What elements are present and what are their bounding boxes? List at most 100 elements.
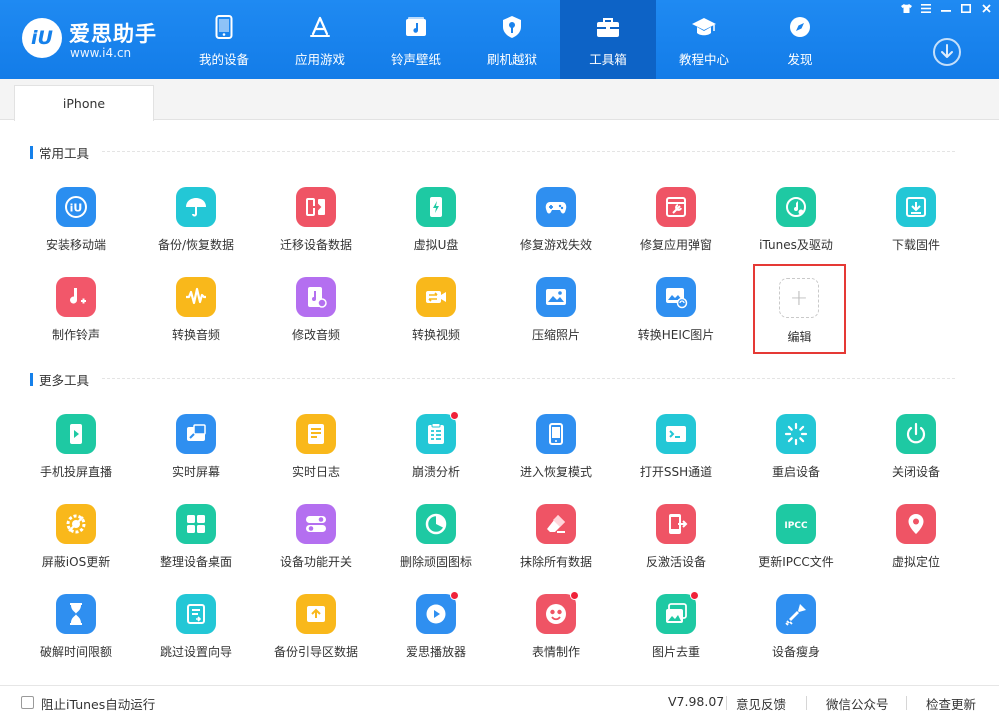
tool-app-repair[interactable]: 修复应用弹窗 xyxy=(616,185,736,265)
tool-block-update[interactable]: 屏蔽iOS更新 xyxy=(16,502,136,582)
app-repair-icon xyxy=(656,187,696,227)
tool-label: iTunes及驱动 xyxy=(759,238,833,252)
tool-label: 转换音频 xyxy=(171,328,220,342)
tool-gamepad[interactable]: 修复游戏失效 xyxy=(496,185,616,265)
tool-screen-cast[interactable]: 手机投屏直播 xyxy=(16,412,136,492)
phone-icon xyxy=(211,14,237,40)
tool-power[interactable]: 关闭设备 xyxy=(856,412,976,492)
shirt-icon[interactable] xyxy=(897,2,915,15)
download-manager-button[interactable] xyxy=(933,38,961,66)
tool-label: 屏蔽iOS更新 xyxy=(41,555,111,569)
heic-convert-icon xyxy=(656,277,696,317)
footer-separator xyxy=(806,696,807,710)
tool-label: 备份引导区数据 xyxy=(273,645,358,659)
tool-audio-edit[interactable]: 修改音频 xyxy=(256,275,376,355)
tool-transfer[interactable]: 迁移设备数据 xyxy=(256,185,376,265)
tool-eraser[interactable]: 抹除所有数据 xyxy=(496,502,616,582)
tool-usb-drive[interactable]: 虚拟U盘 xyxy=(376,185,496,265)
tool-label: 跳过设置向导 xyxy=(159,645,232,659)
tool-i4-app[interactable]: iU 安装移动端 xyxy=(16,185,136,265)
nav-label: 发现 xyxy=(787,52,813,67)
tool-ipcc[interactable]: IPCC 更新IPCC文件 xyxy=(736,502,856,582)
title-bar: iU 爱思助手 www.i4.cn 我的设备 应用游戏 铃声壁纸 刷机越狱 工具… xyxy=(0,0,999,79)
feedback-link[interactable]: 意见反馈 xyxy=(736,694,786,713)
toggle-icon xyxy=(296,504,336,544)
tool-pie-delete[interactable]: 删除顽固图标 xyxy=(376,502,496,582)
menu-icon[interactable] xyxy=(917,2,935,15)
audio-edit-icon xyxy=(296,277,336,317)
tool-ringtone[interactable]: 制作铃声 xyxy=(16,275,136,355)
tool-photo-dedupe[interactable]: 图片去重 xyxy=(616,591,736,672)
tool-photo-compress[interactable]: 压缩照片 xyxy=(496,275,616,355)
maximize-icon[interactable] xyxy=(957,2,975,15)
tool-play[interactable]: 爱思播放器 xyxy=(376,591,496,672)
new-badge xyxy=(450,591,459,600)
svg-text:IPCC: IPCC xyxy=(784,521,808,531)
tool-boot-backup[interactable]: 备份引导区数据 xyxy=(256,592,376,672)
restart-icon xyxy=(776,414,816,454)
section-title-more: 更多工具 xyxy=(30,371,89,388)
tool-video-convert[interactable]: 转换视频 xyxy=(376,275,496,355)
tool-umbrella[interactable]: 备份/恢复数据 xyxy=(136,185,256,265)
tool-label: 反激活设备 xyxy=(645,555,706,569)
nav-discover[interactable]: 发现 xyxy=(752,0,848,79)
nav-my-device[interactable]: 我的设备 xyxy=(176,0,272,79)
tool-label: 抹除所有数据 xyxy=(519,555,592,569)
grid-icon xyxy=(176,504,216,544)
tool-broom[interactable]: 设备瘦身 xyxy=(736,592,856,672)
tool-emoji[interactable]: 表情制作 xyxy=(496,591,616,672)
minimize-icon[interactable] xyxy=(937,2,955,15)
nav-apps-games[interactable]: 应用游戏 xyxy=(272,0,368,79)
close-icon[interactable] xyxy=(977,2,995,15)
block-itunes-checkbox[interactable] xyxy=(21,696,34,709)
tool-hourglass[interactable]: 破解时间限额 xyxy=(16,592,136,672)
tool-terminal[interactable]: 打开SSH通道 xyxy=(616,412,736,492)
tool-live-screen[interactable]: 实时屏幕 xyxy=(136,412,256,492)
wechat-link[interactable]: 微信公众号 xyxy=(826,694,889,713)
toolbox-icon xyxy=(595,14,621,40)
edit-tools-button[interactable]: + 编辑 xyxy=(753,264,846,354)
window-controls xyxy=(897,2,995,15)
tool-firmware-download[interactable]: 下载固件 xyxy=(856,185,976,265)
section-divider xyxy=(102,151,955,152)
tool-deactivate[interactable]: 反激活设备 xyxy=(616,502,736,582)
compass-icon xyxy=(787,14,813,40)
tool-location-pin[interactable]: 虚拟定位 xyxy=(856,502,976,582)
eraser-icon xyxy=(536,504,576,544)
emoji-icon xyxy=(536,591,579,634)
tool-crash-analysis[interactable]: 崩溃分析 xyxy=(376,411,496,492)
umbrella-icon xyxy=(176,187,216,227)
nav-toolbox[interactable]: 工具箱 xyxy=(560,0,656,79)
tool-label: 崩溃分析 xyxy=(411,465,460,479)
tool-grid[interactable]: 整理设备桌面 xyxy=(136,502,256,582)
tool-label: 安装移动端 xyxy=(45,238,106,252)
nav-label: 应用游戏 xyxy=(294,52,345,67)
nav-flash-jailbreak[interactable]: 刷机越狱 xyxy=(464,0,560,79)
ringtone-icon xyxy=(56,277,96,317)
section-accent-bar xyxy=(30,145,33,159)
tool-label: 破解时间限额 xyxy=(39,645,112,659)
tool-label: 制作铃声 xyxy=(51,328,100,342)
tool-waveform[interactable]: 转换音频 xyxy=(136,275,256,355)
block-update-icon xyxy=(56,504,96,544)
tool-itunes[interactable]: iTunes及驱动 xyxy=(736,185,856,265)
svg-text:iU: iU xyxy=(70,202,83,215)
tool-label: 图片去重 xyxy=(651,645,700,659)
nav-tutorial-center[interactable]: 教程中心 xyxy=(656,0,752,79)
version-text: V7.98.07 xyxy=(668,694,725,709)
i4-app-icon: iU xyxy=(56,187,96,227)
tool-log[interactable]: 实时日志 xyxy=(256,412,376,492)
tool-restart[interactable]: 重启设备 xyxy=(736,412,856,492)
itunes-icon xyxy=(776,187,816,227)
photo-compress-icon xyxy=(536,277,576,317)
tool-heic-convert[interactable]: 转换HEIC图片 xyxy=(616,275,736,355)
tool-toggle[interactable]: 设备功能开关 xyxy=(256,502,376,582)
tool-skip-wizard[interactable]: 跳过设置向导 xyxy=(136,592,256,672)
shield-key-icon xyxy=(499,14,525,40)
nav-ringtones-wallpapers[interactable]: 铃声壁纸 xyxy=(368,0,464,79)
tab-iphone[interactable]: iPhone xyxy=(14,85,154,121)
tool-label: 实时屏幕 xyxy=(171,465,220,479)
block-itunes-label[interactable]: 阻止iTunes自动运行 xyxy=(41,694,155,713)
check-update-link[interactable]: 检查更新 xyxy=(926,694,976,713)
tool-recovery-mode[interactable]: 进入恢复模式 xyxy=(496,412,616,492)
